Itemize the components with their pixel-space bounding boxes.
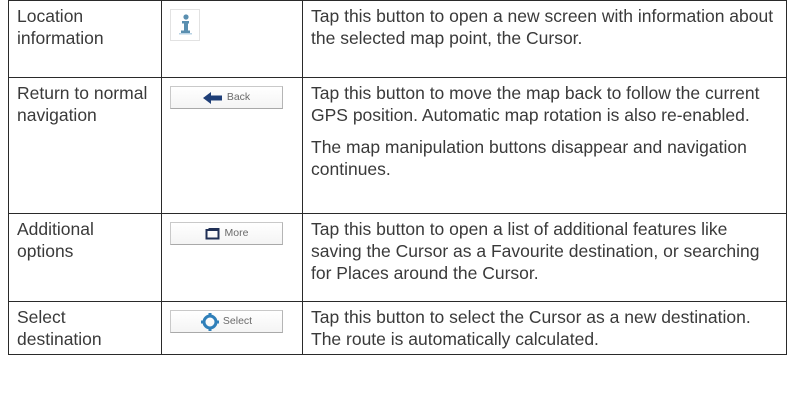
description-cell: Tap this button to move the map back to … bbox=[302, 77, 787, 214]
table-row-return-to-normal-navigation: Return to normal navigation Back Tap thi… bbox=[8, 77, 787, 214]
back-arrow-icon bbox=[202, 91, 222, 104]
back-button-label: Back bbox=[226, 91, 251, 103]
back-button: Back bbox=[170, 86, 283, 109]
function-name: Select destination bbox=[8, 301, 162, 355]
description-text: Tap this button to move the map back to … bbox=[311, 83, 760, 125]
button-cell: More bbox=[161, 213, 303, 302]
location-information-button bbox=[170, 9, 200, 41]
table-row-additional-options: Additional options More Tap this button … bbox=[8, 213, 787, 302]
description-text: Tap this button to select the Cursor as … bbox=[311, 307, 751, 349]
table-row-location-information: Location information Tap this button to … bbox=[8, 0, 787, 78]
info-person-icon bbox=[179, 14, 192, 35]
more-window-icon bbox=[205, 228, 220, 240]
function-name: Location information bbox=[8, 0, 162, 78]
function-name: Return to normal navigation bbox=[8, 77, 162, 214]
description-cell: Tap this button to open a list of additi… bbox=[302, 213, 787, 302]
button-cell: Back bbox=[161, 77, 303, 214]
function-table: Location information Tap this button to … bbox=[8, 0, 787, 355]
more-button: More bbox=[170, 222, 283, 245]
description-cell: Tap this button to select the Cursor as … bbox=[302, 301, 787, 355]
select-button: Select bbox=[170, 310, 283, 333]
select-button-label: Select bbox=[222, 315, 253, 327]
more-button-label: More bbox=[224, 227, 249, 239]
description-text: Tap this button to open a new screen wit… bbox=[311, 6, 774, 48]
description-text: Tap this button to open a list of additi… bbox=[311, 219, 760, 283]
description-text: The map manipulation buttons disappear a… bbox=[311, 137, 747, 179]
function-name: Additional options bbox=[8, 213, 162, 302]
button-cell bbox=[161, 0, 303, 78]
table-row-select-destination: Select destination Select Tap this butto… bbox=[8, 301, 787, 355]
button-cell: Select bbox=[161, 301, 303, 355]
select-target-icon bbox=[200, 312, 219, 331]
description-cell: Tap this button to open a new screen wit… bbox=[302, 0, 787, 78]
